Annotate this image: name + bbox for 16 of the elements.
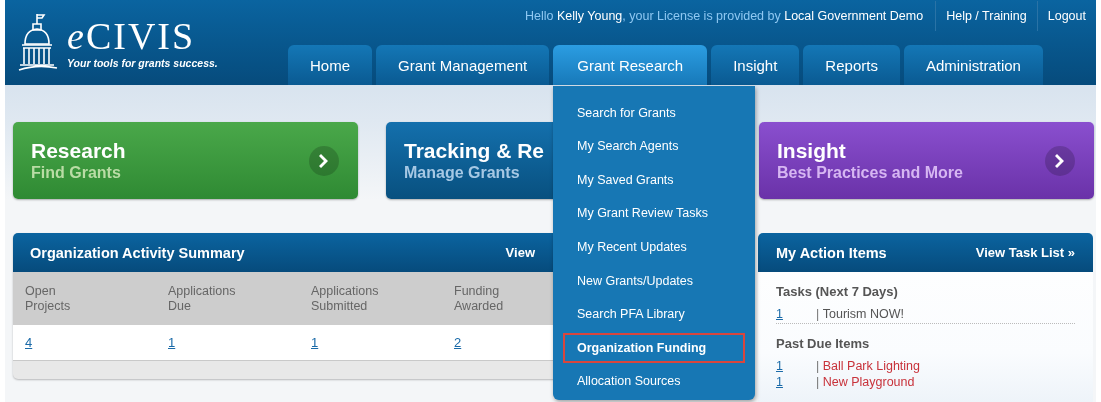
card-title: Tracking & Re xyxy=(404,139,545,163)
column-header: Funding Awarded xyxy=(454,283,504,314)
card-title: Research xyxy=(31,139,126,163)
card-subtitle: Manage Grants xyxy=(404,164,521,182)
column-header: Applications Submitted xyxy=(311,283,379,314)
card-title: Insight xyxy=(777,139,847,163)
panel-title: Organization Activity Summary xyxy=(30,244,245,261)
section-title: Past Due Items xyxy=(776,336,871,351)
column-header: Open Projects xyxy=(25,283,71,314)
tagline: Your tools for grants success. xyxy=(67,56,218,69)
card-subtitle: Find Grants xyxy=(31,164,122,182)
section-title: Tasks (Next 7 Days) xyxy=(776,284,899,299)
panel-title: My Action Items xyxy=(776,244,887,261)
column-header: Applications Due xyxy=(168,283,236,314)
greeting-text: Hello Kelly Young, your License is provided by Local Government Demo xyxy=(524,9,925,23)
card-subtitle: Best Practices and More xyxy=(777,164,963,182)
